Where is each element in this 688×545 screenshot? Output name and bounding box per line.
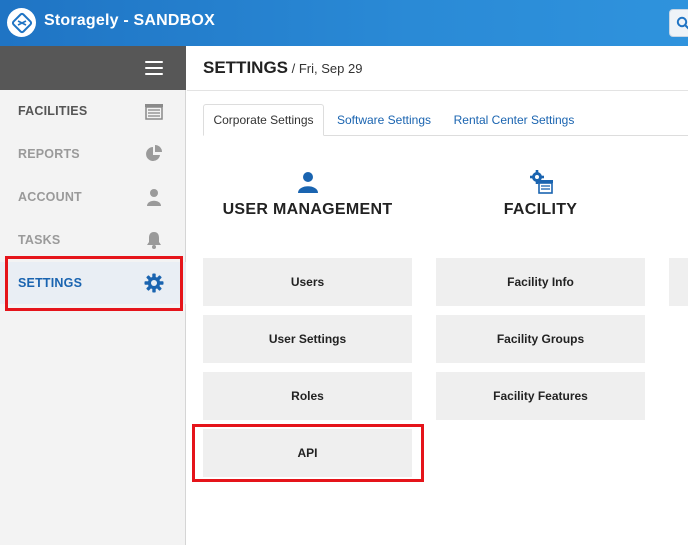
- tab-rental-center-settings[interactable]: Rental Center Settings: [446, 104, 582, 136]
- facility-groups-button[interactable]: Facility Groups: [436, 315, 645, 363]
- page-date: / Fri, Sep 29: [288, 61, 363, 76]
- section-title-facility: FACILITY: [503, 201, 578, 218]
- user-management-icon: [298, 172, 318, 193]
- sidebar-header: [0, 46, 186, 90]
- next-column-tile[interactable]: [669, 258, 688, 306]
- tab-software-settings[interactable]: Software Settings: [330, 104, 438, 136]
- facility-info-button[interactable]: Facility Info: [436, 258, 645, 306]
- sidebar-item-label: ACCOUNT: [18, 190, 82, 204]
- facility-icon: [530, 170, 553, 194]
- sidebar-item-tasks[interactable]: TASKS: [0, 219, 186, 261]
- sidebar-item-reports[interactable]: REPORTS: [0, 133, 186, 175]
- top-bar: Storagely - SANDBOX: [0, 0, 688, 46]
- sidebar-item-label: TASKS: [18, 233, 61, 247]
- search-icon: [676, 16, 688, 30]
- sidebar-item-facilities[interactable]: FACILITIES: [0, 90, 186, 132]
- section-title-user-management: USER MANAGEMENT: [222, 201, 393, 218]
- menu-icon[interactable]: [145, 61, 163, 75]
- page-title-text: SETTINGS: [203, 58, 289, 77]
- header-divider: [187, 90, 688, 91]
- bell-icon: [147, 232, 161, 249]
- user-icon: [147, 189, 161, 206]
- storagely-logo-icon[interactable]: [7, 8, 36, 37]
- api-highlight-box: [192, 424, 424, 482]
- garage-icon: [145, 104, 163, 120]
- sidebar-item-label: REPORTS: [18, 147, 80, 161]
- page-title: SETTINGS / Fri, Sep 29: [203, 58, 362, 78]
- pie-chart-icon: [146, 145, 162, 161]
- roles-button[interactable]: Roles: [203, 372, 412, 420]
- app-title: Storagely - SANDBOX: [44, 12, 215, 29]
- user-settings-button[interactable]: User Settings: [203, 315, 412, 363]
- search-button[interactable]: [669, 9, 688, 37]
- facility-features-button[interactable]: Facility Features: [436, 372, 645, 420]
- users-button[interactable]: Users: [203, 258, 412, 306]
- sidebar-item-account[interactable]: ACCOUNT: [0, 176, 186, 218]
- settings-highlight-box: [5, 256, 183, 311]
- sidebar-item-label: FACILITIES: [18, 104, 88, 118]
- tab-corporate-settings[interactable]: Corporate Settings: [203, 104, 324, 136]
